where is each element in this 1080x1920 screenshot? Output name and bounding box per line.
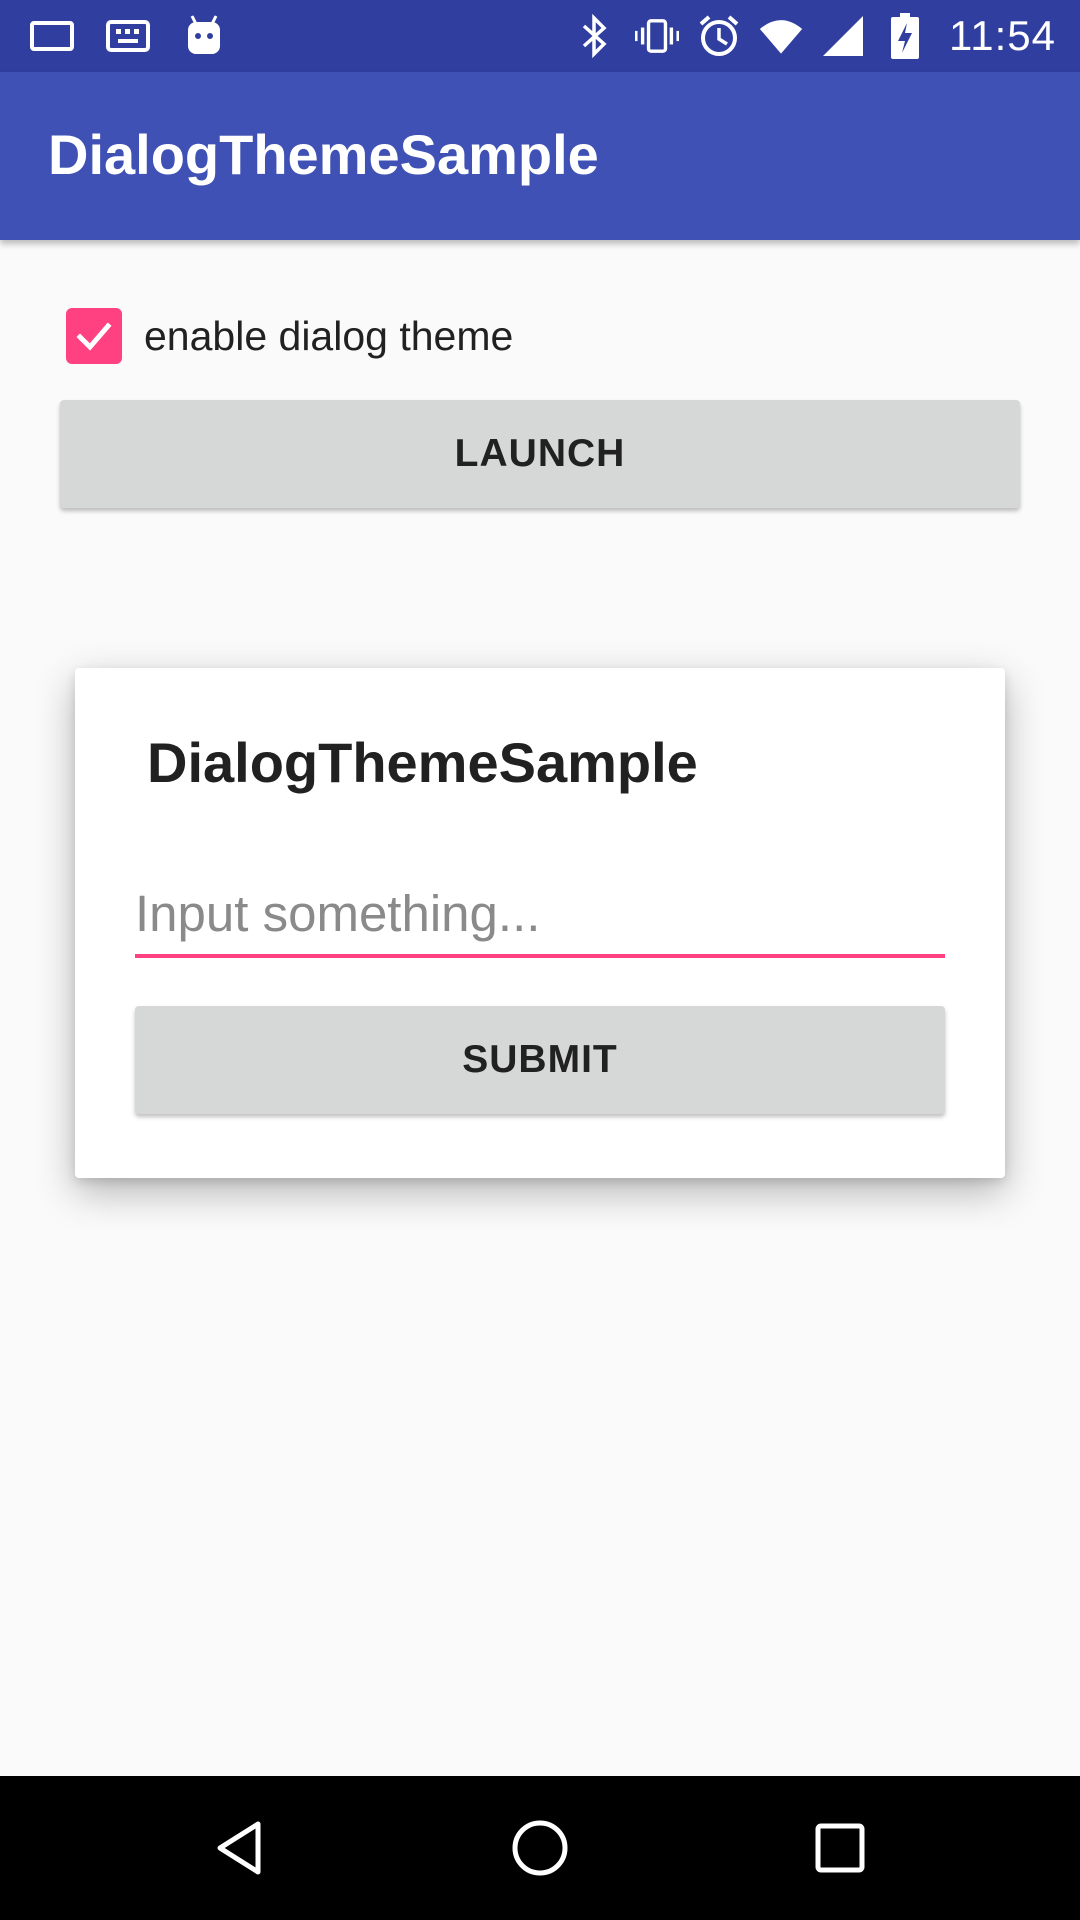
status-notifications bbox=[30, 14, 226, 58]
recents-button[interactable] bbox=[800, 1808, 880, 1888]
battery-charging-icon bbox=[883, 13, 927, 59]
bluetooth-icon bbox=[573, 14, 617, 58]
checkbox-label: enable dialog theme bbox=[144, 312, 514, 359]
app-title: DialogThemeSample bbox=[48, 123, 599, 186]
back-icon bbox=[217, 1821, 261, 1875]
submit-button[interactable]: SUBMIT bbox=[135, 1006, 945, 1114]
status-bar: 11:54 bbox=[0, 0, 1080, 72]
app-bar: DialogThemeSample bbox=[0, 72, 1080, 240]
signal-icon bbox=[821, 14, 865, 58]
screen-icon bbox=[30, 14, 74, 58]
home-button[interactable] bbox=[500, 1808, 580, 1888]
dialog: DialogThemeSample SUBMIT bbox=[75, 668, 1005, 1178]
home-icon bbox=[512, 1820, 568, 1876]
navigation-bar bbox=[0, 1776, 1080, 1920]
enable-dialog-theme-checkbox-row[interactable]: enable dialog theme bbox=[66, 306, 513, 366]
keyboard-icon bbox=[106, 14, 150, 58]
recents-icon bbox=[815, 1823, 865, 1873]
vibrate-icon bbox=[635, 14, 679, 58]
wifi-icon bbox=[759, 14, 803, 58]
checkmark-icon bbox=[76, 322, 112, 351]
status-time: 11:54 bbox=[949, 12, 1056, 59]
back-button[interactable] bbox=[200, 1808, 280, 1888]
enable-dialog-theme-checkbox[interactable] bbox=[66, 308, 122, 364]
alarm-icon bbox=[697, 14, 741, 58]
dialog-title: DialogThemeSample bbox=[147, 731, 698, 794]
status-system-icons: 11:54 bbox=[573, 10, 1056, 62]
dialog-text-input[interactable] bbox=[135, 878, 945, 958]
android-icon bbox=[182, 14, 226, 58]
launch-button[interactable]: LAUNCH bbox=[60, 400, 1020, 508]
